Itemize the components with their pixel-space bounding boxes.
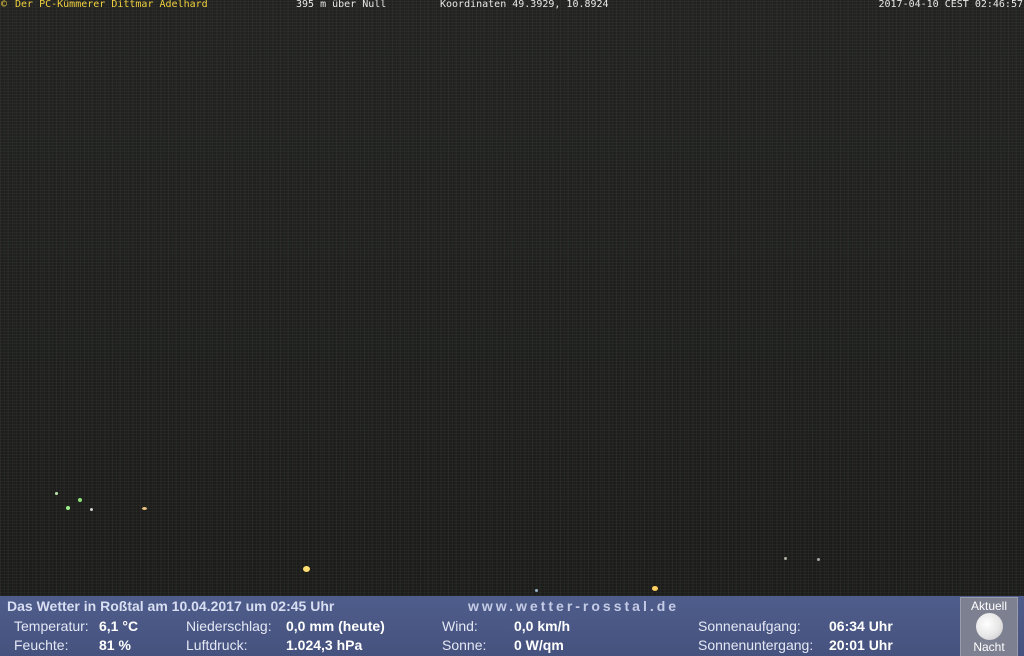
altitude-text: 395 m über Null (296, 0, 387, 10)
humidity-value: 81 % (99, 637, 131, 653)
humidity-label: Feuchte: (14, 637, 69, 653)
precipitation-value: 0,0 mm (heute) (286, 618, 385, 634)
webcam-image: © Der PC-Kümmerer Dittmar Adelhard 395 m… (0, 0, 1024, 656)
timestamp-text: 2017-04-10 CEST 02:46:57 (878, 0, 1024, 10)
temperature-label: Temperatur: (14, 618, 89, 634)
temperature-value: 6,1 °C (99, 618, 139, 634)
sunrise-value: 06:34 Uhr (829, 618, 893, 634)
coordinates-text: Koordinaten 49.3929, 10.8924 (440, 0, 609, 10)
website-link[interactable]: www.wetter-rosstal.de (468, 598, 679, 614)
distant-light (142, 507, 147, 510)
distant-light (817, 558, 820, 561)
distant-light (784, 557, 787, 560)
sunrise-label: Sonnenaufgang: (698, 618, 801, 634)
distant-light (66, 506, 70, 510)
wind-label: Wind: (442, 618, 478, 634)
weather-title: Das Wetter in Roßtal am 10.04.2017 um 02… (7, 598, 335, 614)
distant-light (303, 566, 310, 572)
pressure-value: 1.024,3 hPa (286, 637, 363, 653)
moon-phase-box: Aktuell Nacht (960, 597, 1018, 656)
moon-night-label: Nacht (973, 640, 1005, 654)
sun-value: 0 W/qm (514, 637, 564, 653)
sunset-value: 20:01 Uhr (829, 637, 893, 653)
distant-light (78, 498, 82, 502)
distant-light (652, 586, 658, 591)
precipitation-label: Niederschlag: (186, 618, 272, 634)
distant-light (535, 589, 538, 592)
full-moon-icon (976, 613, 1003, 640)
sun-label: Sonne: (442, 637, 487, 653)
sunset-label: Sonnenuntergang: (698, 637, 814, 653)
distant-light (90, 508, 93, 511)
moon-current-label: Aktuell (970, 599, 1008, 613)
operator-name: Der PC-Kümmerer Dittmar Adelhard (15, 0, 208, 10)
camera-info-bar: © Der PC-Kümmerer Dittmar Adelhard 395 m… (0, 0, 1024, 11)
distant-light (55, 492, 58, 495)
copyright-icon: © (1, 0, 8, 10)
weather-panel: Das Wetter in Roßtal am 10.04.2017 um 02… (0, 596, 1024, 656)
wind-value: 0,0 km/h (514, 618, 571, 634)
pressure-label: Luftdruck: (186, 637, 248, 653)
